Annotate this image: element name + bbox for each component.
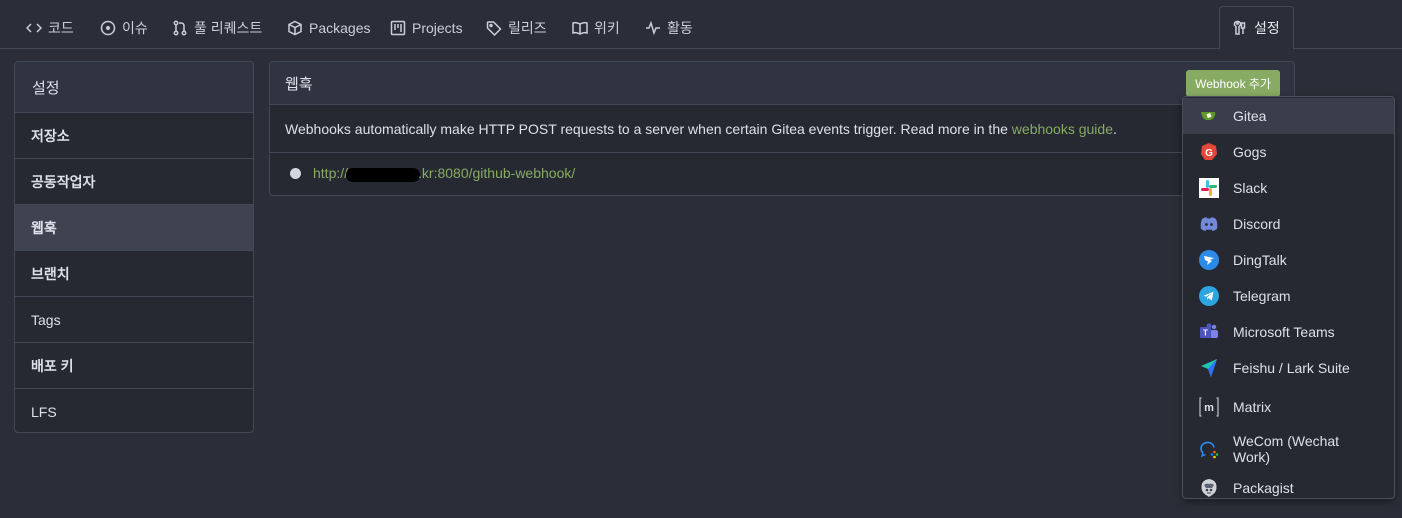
telegram-icon bbox=[1199, 286, 1219, 306]
menu-item-wecom[interactable]: WeCom (Wechat Work) bbox=[1183, 428, 1394, 470]
tab-wiki-label: 위키 bbox=[594, 19, 620, 36]
menu-item-label: Gitea bbox=[1233, 108, 1267, 124]
svg-text:G: G bbox=[1205, 148, 1213, 159]
menu-item-dingtalk[interactable]: DingTalk bbox=[1183, 242, 1394, 278]
menu-item-label: WeCom (Wechat Work) bbox=[1233, 433, 1340, 465]
menu-item-gitea[interactable]: Gitea bbox=[1183, 98, 1394, 134]
tab-releases-label: 릴리즈 bbox=[508, 19, 547, 36]
webhook-type-menu: Gitea G Gogs Slack Discord DingTalk Tele… bbox=[1182, 96, 1395, 499]
webhooks-description: Webhooks automatically make HTTP POST re… bbox=[270, 105, 1294, 153]
project-icon bbox=[390, 20, 406, 35]
description-text: Webhooks automatically make HTTP POST re… bbox=[285, 120, 1012, 137]
add-webhook-button[interactable]: Webhook 추가 bbox=[1186, 69, 1280, 97]
page-title: 웹훅 bbox=[285, 75, 313, 93]
matrix-icon: m bbox=[1199, 397, 1219, 417]
tab-releases[interactable]: 릴리즈 bbox=[482, 6, 551, 49]
sidebar-item-webhooks[interactable]: 웹훅 bbox=[15, 205, 253, 251]
sidebar-item-branches[interactable]: 브랜치 bbox=[15, 251, 253, 297]
menu-item-matrix[interactable]: m Matrix bbox=[1183, 386, 1394, 428]
webhook-list-item: http:// .kr:8080/github-webhook/ bbox=[270, 153, 1294, 194]
gogs-icon: G bbox=[1199, 142, 1219, 162]
tab-pull-requests[interactable]: 풀 리퀘스트 bbox=[168, 6, 266, 49]
webhooks-guide-link[interactable]: webhooks guide bbox=[1012, 121, 1113, 137]
tab-settings[interactable]: 설정 bbox=[1219, 6, 1294, 50]
discord-icon bbox=[1199, 214, 1219, 234]
tab-projects-label: Projects bbox=[412, 19, 463, 36]
wecom-icon bbox=[1199, 439, 1219, 459]
webhook-status-dot bbox=[290, 168, 301, 179]
webhook-url-end: .kr:8080/github-webhook/ bbox=[418, 165, 576, 182]
menu-item-label: Microsoft Teams bbox=[1233, 324, 1335, 340]
package-icon bbox=[288, 20, 302, 35]
menu-item-packagist[interactable]: Packagist bbox=[1183, 470, 1394, 506]
svg-text:m: m bbox=[1204, 402, 1214, 414]
svg-text:T: T bbox=[1203, 329, 1208, 338]
menu-item-label: Discord bbox=[1233, 216, 1281, 232]
menu-item-gogs[interactable]: G Gogs bbox=[1183, 134, 1394, 170]
menu-item-label: Feishu / Lark Suite bbox=[1233, 360, 1350, 376]
pull-request-icon bbox=[173, 20, 187, 35]
menu-item-label: Matrix bbox=[1233, 399, 1272, 415]
tools-icon bbox=[1233, 20, 1246, 35]
gitea-icon bbox=[1199, 106, 1219, 126]
menu-item-label: Slack bbox=[1233, 180, 1268, 196]
slack-icon bbox=[1199, 178, 1219, 198]
menu-item-label: Packagist bbox=[1233, 480, 1294, 496]
menu-item-telegram[interactable]: Telegram bbox=[1183, 278, 1394, 314]
menu-item-feishu[interactable]: Feishu / Lark Suite bbox=[1183, 350, 1394, 386]
issue-icon bbox=[100, 20, 116, 35]
msteams-icon: T bbox=[1199, 322, 1219, 342]
tab-activity-label: 활동 bbox=[667, 19, 693, 36]
webhook-url-link[interactable]: http:// .kr:8080/github-webhook/ bbox=[313, 165, 576, 182]
tag-icon bbox=[486, 20, 502, 36]
tab-code-label: 코드 bbox=[48, 19, 74, 36]
redacted-host bbox=[346, 167, 421, 182]
tab-wiki[interactable]: 위키 bbox=[568, 6, 624, 49]
tab-issues[interactable]: 이슈 bbox=[96, 6, 152, 49]
webhooks-panel: 웹훅 Webhook 추가 Webhooks automatically mak… bbox=[269, 61, 1295, 196]
tab-packages-label: Packages bbox=[309, 19, 371, 36]
settings-sidebar: 설정 저장소 공동작업자 웹훅 브랜치 Tags 배포 키 LFS bbox=[14, 61, 254, 433]
webhooks-panel-header: 웹훅 Webhook 추가 bbox=[270, 62, 1294, 105]
sidebar-item-collaborators[interactable]: 공동작업자 bbox=[15, 159, 253, 205]
sidebar-item-repository[interactable]: 저장소 bbox=[15, 113, 253, 159]
tab-issues-label: 이슈 bbox=[122, 19, 148, 36]
repo-tab-bar: 코드 이슈 풀 리퀘스트 Packages Projects 릴리즈 위키 활동… bbox=[0, 0, 1402, 50]
menu-item-label: Telegram bbox=[1233, 288, 1291, 304]
webhook-url-start: http:// bbox=[313, 165, 349, 182]
dingtalk-icon bbox=[1199, 250, 1219, 270]
tab-pull-requests-label: 풀 리퀘스트 bbox=[194, 19, 263, 36]
book-icon bbox=[572, 21, 588, 35]
pulse-icon bbox=[646, 20, 660, 35]
sidebar-item-deploy-keys[interactable]: 배포 키 bbox=[15, 343, 253, 389]
sidebar-item-tags[interactable]: Tags bbox=[15, 297, 253, 343]
menu-item-label: Gogs bbox=[1233, 144, 1267, 160]
code-icon bbox=[26, 22, 42, 33]
packagist-icon bbox=[1199, 478, 1219, 498]
menu-item-slack[interactable]: Slack bbox=[1183, 170, 1394, 206]
menu-item-discord[interactable]: Discord bbox=[1183, 206, 1394, 242]
tab-activity[interactable]: 활동 bbox=[641, 6, 697, 49]
sidebar-title: 설정 bbox=[15, 62, 253, 113]
sidebar-item-lfs[interactable]: LFS bbox=[15, 389, 253, 432]
tab-code[interactable]: 코드 bbox=[22, 6, 78, 49]
tab-projects[interactable]: Projects bbox=[386, 6, 467, 49]
menu-item-label: DingTalk bbox=[1233, 252, 1287, 268]
description-suffix: . bbox=[1112, 120, 1117, 137]
menu-item-microsoft-teams[interactable]: T Microsoft Teams bbox=[1183, 314, 1394, 350]
tab-settings-label: 설정 bbox=[1254, 20, 1280, 36]
feishu-icon bbox=[1199, 358, 1219, 378]
tab-packages[interactable]: Packages bbox=[283, 6, 374, 49]
